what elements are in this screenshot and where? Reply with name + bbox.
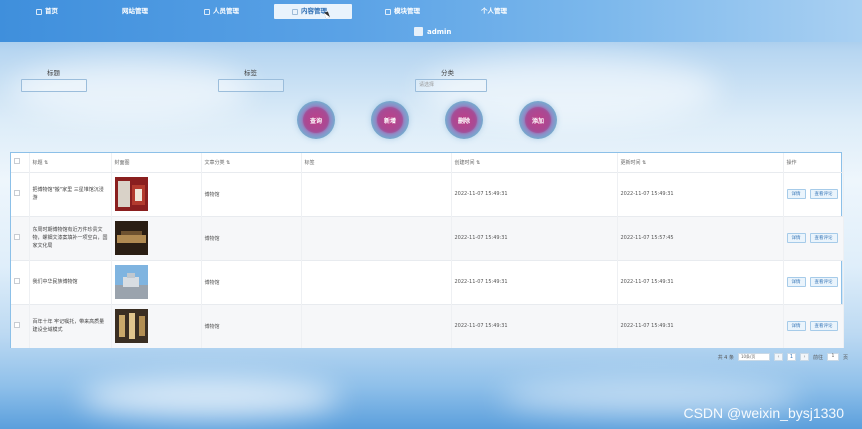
page-number-1[interactable]: 1 [786,353,796,361]
nav-item-home[interactable]: 首页 [36,4,58,19]
export-button[interactable]: 添加 [519,101,557,139]
nav-item-module-management[interactable]: 模块管理 [385,4,420,19]
avatar [414,27,423,36]
row-updated: 2022-11-07 15:49:31 [617,303,784,348]
column-header-category[interactable]: 文章分类 ⇅ [201,153,302,172]
module-icon [385,8,391,15]
row-checkbox[interactable] [14,322,20,329]
tag-filter-label: 标签 [244,69,257,77]
view-comments-button[interactable]: 查看评论 [809,189,838,199]
view-comments-button[interactable]: 查看评论 [809,321,838,332]
row-updated: 2022-11-07 15:57:45 [617,215,784,260]
row-created: 2022-11-07 15:49:31 [451,259,618,304]
watermark: CSDN @weixin_bysj1330 [683,405,844,421]
detail-button[interactable]: 详情 [786,233,806,243]
home-icon [36,8,42,15]
nav-item-content-management[interactable]: 内容管理 [274,4,352,19]
nav-item-profile-management[interactable]: 个人管理 [481,4,507,19]
view-comments-button[interactable]: 查看评论 [809,233,838,243]
row-created: 2022-11-07 15:49:31 [451,303,618,348]
background-cloud [80,378,340,418]
user-area[interactable]: admin [414,27,451,36]
row-tag [301,171,452,216]
total-count: 共 4 条 [717,354,734,361]
content-table: 标题 ⇅ 封面图 文章分类 ⇅ 标签 创建时间 ⇅ 更新时间 ⇅ 操作 把博物馆… [10,152,844,348]
title-filter-input[interactable] [21,79,87,92]
table-row: 我们中华民族博物馆 博物馆 2022-11-07 15:49:31 2022-1… [11,259,844,304]
top-navigation-bar: 首页 网站管理 人员管理 内容管理 模块管理 个人管理 admin [0,0,862,42]
category-select[interactable]: 请选择 [415,79,487,92]
select-all-checkbox[interactable] [14,158,20,165]
next-page-button[interactable]: › [799,353,809,361]
table-row: 百年十年 牢记嘱托，带来高质量建设全域模式 博物馆 2022-11-07 15:… [11,303,844,348]
title-filter-label: 标题 [47,69,60,77]
row-title: 东周时期博物馆有近万件珍贵文物，螺钿文漆案填补一项空白，国家文化局 [29,215,112,260]
users-icon [204,8,210,15]
row-created: 2022-11-07 15:49:31 [451,171,618,216]
category-filter-label: 分类 [441,69,454,77]
view-comments-button[interactable]: 查看评论 [809,277,838,287]
column-header-created[interactable]: 创建时间 ⇅ [451,153,618,172]
cover-image [114,221,148,255]
table-row: 东周时期博物馆有近万件珍贵文物，螺钿文漆案填补一项空白，国家文化局 博物馆 20… [11,215,844,260]
prev-page-button[interactable]: ‹ [773,353,783,361]
search-button[interactable]: 查询 [297,101,335,139]
goto-page-input[interactable]: 1 [826,353,839,361]
column-header-title[interactable]: 标题 ⇅ [29,153,112,172]
column-header-actions: 操作 [783,153,844,172]
goto-label: 前往 [812,354,823,361]
row-tag [301,303,452,348]
cover-image [114,177,148,211]
detail-button[interactable]: 详情 [786,321,806,332]
row-category: 博物馆 [201,171,302,216]
table-header-row: 标题 ⇅ 封面图 文章分类 ⇅ 标签 创建时间 ⇅ 更新时间 ⇅ 操作 [11,153,844,172]
row-title: 把博物馆"搬"家里 三星堆馆沉浸游 [29,171,112,216]
row-checkbox[interactable] [14,234,20,240]
nav-item-site-management[interactable]: 网站管理 [122,4,148,19]
row-checkbox[interactable] [14,190,20,196]
cover-image [114,309,148,344]
column-header-tag: 标签 [301,153,452,172]
row-created: 2022-11-07 15:49:31 [451,215,618,260]
row-category: 博物馆 [201,303,302,348]
detail-button[interactable]: 详情 [786,189,806,199]
row-category: 博物馆 [201,215,302,260]
column-header-cover: 封面图 [111,153,202,172]
add-button[interactable]: 新增 [371,101,409,139]
page-suffix: 页 [842,354,848,361]
row-tag [301,215,452,260]
row-title: 百年十年 牢记嘱托，带来高质量建设全域模式 [29,303,112,348]
nav-item-user-management[interactable]: 人员管理 [204,4,239,19]
row-updated: 2022-11-07 15:49:31 [617,259,784,304]
row-tag [301,259,452,304]
delete-button[interactable]: 删除 [445,101,483,139]
pagination: 共 4 条 10条/页 ‹ 1 › 前往 1 页 [718,353,848,361]
cover-image [114,265,148,299]
row-category: 博物馆 [201,259,302,304]
tag-filter-input[interactable] [218,79,284,92]
page-size-select[interactable]: 10条/页 [737,353,770,361]
row-title: 我们中华民族博物馆 [29,259,112,304]
content-icon [292,8,298,15]
column-header-updated[interactable]: 更新时间 ⇅ [617,153,784,172]
table-row: 把博物馆"搬"家里 三星堆馆沉浸游 博物馆 2022-11-07 15:49:3… [11,171,844,216]
row-checkbox[interactable] [14,278,20,284]
row-updated: 2022-11-07 15:49:31 [617,171,784,216]
detail-button[interactable]: 详情 [786,277,806,287]
username: admin [427,27,452,36]
